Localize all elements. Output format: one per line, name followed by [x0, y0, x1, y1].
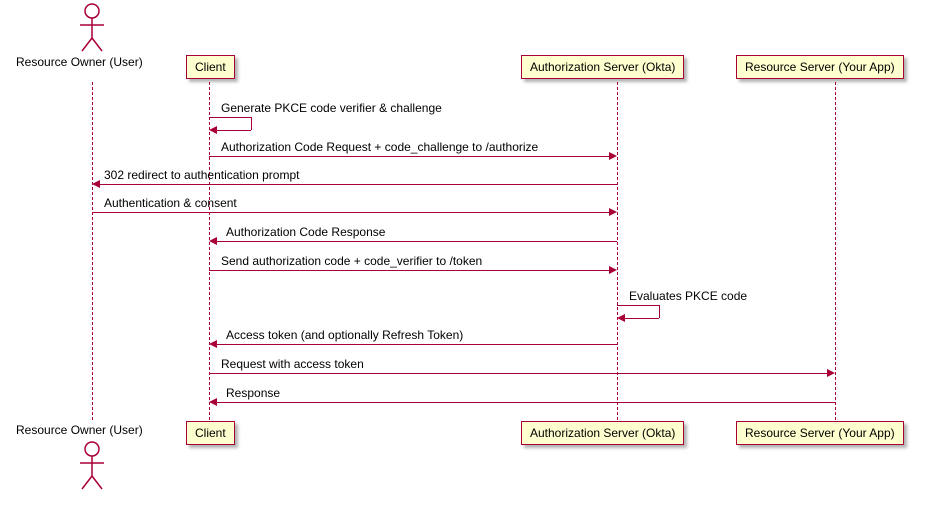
- authz-label-top: Authorization Server (Okta): [530, 60, 675, 74]
- user-actor-bottom: [77, 441, 107, 491]
- msg-2-arrow: [609, 152, 617, 160]
- lifeline-resource: [835, 82, 836, 420]
- client-label-top: Client: [195, 60, 226, 74]
- msg-10-arrow: [209, 398, 217, 406]
- msg-2-label: Authorization Code Request + code_challe…: [221, 140, 538, 154]
- client-box-top: Client: [186, 55, 235, 79]
- msg-8-label: Access token (and optionally Refresh Tok…: [226, 328, 463, 342]
- msg-7-seg3: [625, 318, 659, 319]
- msg-7-seg2: [659, 305, 660, 318]
- msg-5-label: Authorization Code Response: [226, 225, 385, 239]
- msg-7-label: Evaluates PKCE code: [629, 289, 747, 303]
- lifeline-user: [92, 82, 93, 420]
- msg-5-arrow: [209, 237, 217, 245]
- msg-9-line: [209, 373, 827, 374]
- msg-10-line: [217, 402, 835, 403]
- msg-4-line: [92, 212, 609, 213]
- msg-7-arrow: [617, 314, 625, 322]
- resource-label-bottom: Resource Server (Your App): [745, 426, 895, 440]
- msg-1-seg2: [251, 117, 252, 130]
- client-box-bottom: Client: [186, 421, 235, 445]
- user-label-bottom: Resource Owner (User): [16, 423, 143, 437]
- msg-8-line: [217, 344, 617, 345]
- msg-8-arrow: [209, 340, 217, 348]
- msg-4-arrow: [609, 208, 617, 216]
- msg-9-arrow: [827, 369, 835, 377]
- msg-6-arrow: [609, 266, 617, 274]
- user-actor-top: [77, 3, 107, 53]
- resource-box-top: Resource Server (Your App): [736, 55, 904, 79]
- msg-3-label: 302 redirect to authentication prompt: [104, 168, 299, 182]
- msg-10-label: Response: [226, 386, 280, 400]
- msg-1-label: Generate PKCE code verifier & challenge: [221, 101, 442, 115]
- authz-box-bottom: Authorization Server (Okta): [521, 421, 684, 445]
- msg-4-label: Authentication & consent: [104, 196, 237, 210]
- resource-box-bottom: Resource Server (Your App): [736, 421, 904, 445]
- msg-5-line: [217, 241, 617, 242]
- authz-label-bottom: Authorization Server (Okta): [530, 426, 675, 440]
- client-label-bottom: Client: [195, 426, 226, 440]
- msg-3-arrow: [92, 180, 100, 188]
- msg-9-label: Request with access token: [221, 357, 364, 371]
- msg-1-seg3: [217, 130, 251, 131]
- resource-label-top: Resource Server (Your App): [745, 60, 895, 74]
- msg-7-seg1: [617, 305, 659, 306]
- msg-3-line: [100, 184, 617, 185]
- user-label-top: Resource Owner (User): [16, 55, 143, 69]
- authz-box-top: Authorization Server (Okta): [521, 55, 684, 79]
- msg-6-line: [209, 270, 609, 271]
- lifeline-authz: [617, 82, 618, 420]
- msg-1-arrow: [209, 126, 217, 134]
- msg-2-line: [209, 156, 609, 157]
- msg-6-label: Send authorization code + code_verifier …: [221, 254, 482, 268]
- msg-1-seg1: [209, 117, 251, 118]
